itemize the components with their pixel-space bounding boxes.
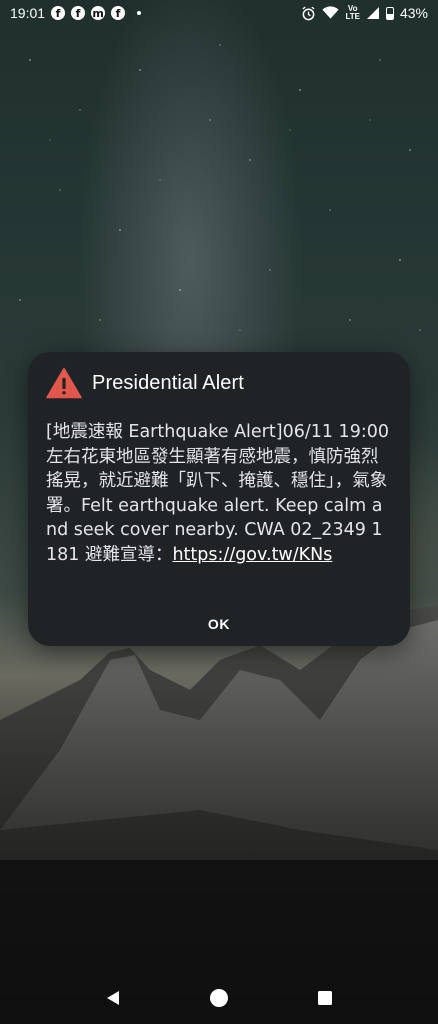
home-button[interactable]: [205, 984, 233, 1012]
back-button[interactable]: [99, 984, 127, 1012]
wifi-icon: [322, 6, 339, 19]
volte-indicator: Vo LTE: [345, 5, 360, 21]
dialog-title: Presidential Alert: [92, 371, 244, 394]
status-bar: 19:01 f f m f Vo LTE 43%: [0, 0, 438, 26]
alarm-clock-icon: [302, 6, 315, 20]
navigation-bar: [0, 972, 438, 1024]
mountain-background: [0, 605, 438, 1024]
dialog-message-link[interactable]: https://gov.tw/KNs: [172, 545, 332, 565]
facebook-icon: f: [111, 6, 126, 20]
ok-button[interactable]: OK: [192, 610, 246, 638]
warning-triangle-icon: [46, 367, 82, 399]
status-bar-left: 19:01 f f m f: [10, 5, 142, 21]
dialog-header: Presidential Alert: [46, 367, 392, 399]
status-bar-right: Vo LTE 43%: [301, 5, 428, 21]
dialog-message: [地震速報 Earthquake Alert]06/11 19:00 左右花東地…: [46, 420, 392, 568]
volte-label-bottom: LTE: [345, 12, 360, 21]
home-circle-icon: [210, 989, 228, 1007]
battery-icon: [385, 6, 394, 20]
emergency-alert-dialog: Presidential Alert [地震速報 Earthquake Aler…: [28, 352, 410, 646]
facebook-messenger-icon: m: [91, 6, 106, 20]
back-triangle-icon: [107, 991, 119, 1005]
facebook-icon: f: [71, 6, 86, 20]
dialog-message-text: [地震速報 Earthquake Alert]06/11 19:00 左右花東地…: [46, 422, 389, 565]
recents-square-icon: [318, 991, 332, 1005]
status-time: 19:01: [10, 5, 46, 21]
cellular-signal-icon: [366, 7, 379, 19]
facebook-icon: f: [51, 6, 66, 20]
battery-percent: 43%: [399, 5, 428, 21]
more-notifications-dot-icon: [137, 11, 142, 15]
recents-button[interactable]: [311, 984, 339, 1012]
